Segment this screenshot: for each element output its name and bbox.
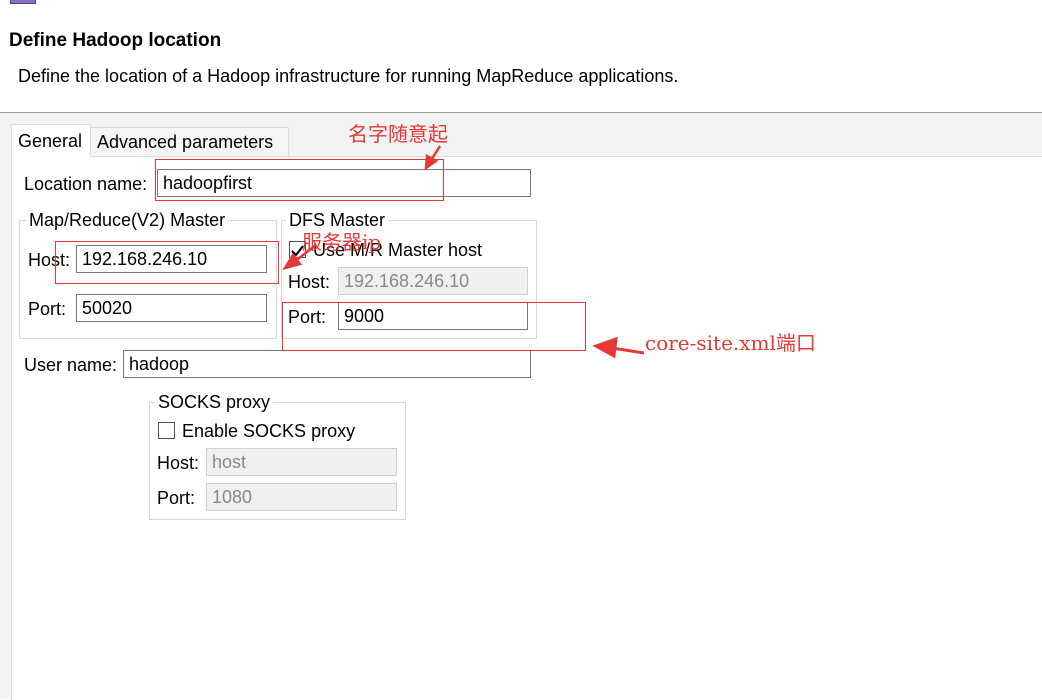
arrow-icon: [282, 244, 317, 271]
annotation-arrows: [282, 145, 645, 359]
arrow-icon: [592, 336, 645, 359]
arrow-icon: [424, 145, 442, 171]
